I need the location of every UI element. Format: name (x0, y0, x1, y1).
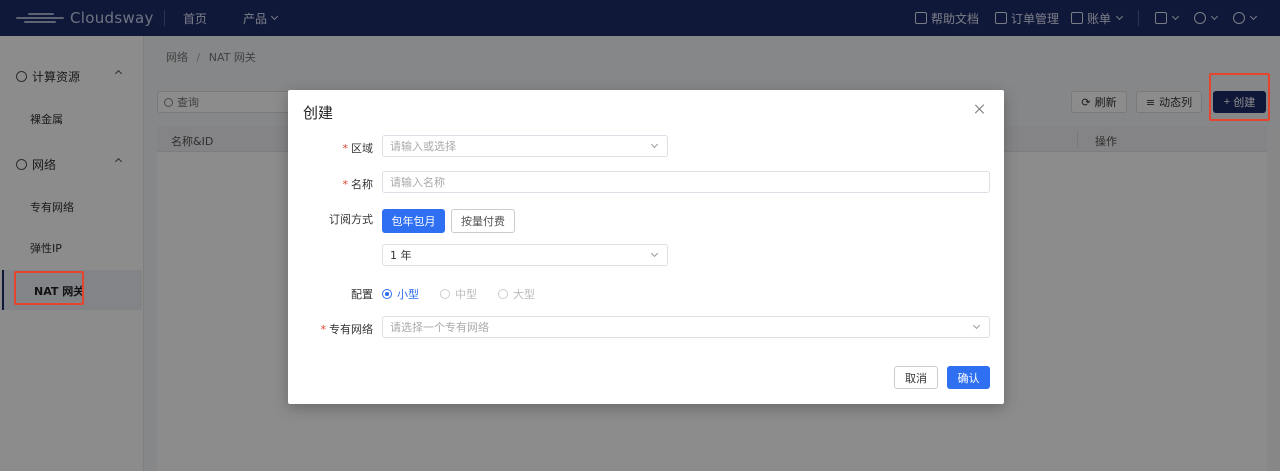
config-radio-small[interactable]: 小型 (382, 286, 419, 302)
radio-checked-icon (382, 289, 392, 299)
radio-unchecked-icon (498, 289, 508, 299)
period-value: 1 年 (390, 249, 412, 262)
highlight-create-button (1209, 73, 1270, 121)
required-mark: * (320, 323, 327, 336)
name-label: * 名称 (343, 176, 374, 192)
create-dialog: 创建 * 区域 请输入或选择 * 名称 请输入名称 订阅方式 包年包月 按量付费 1… (288, 90, 1004, 404)
cancel-button[interactable]: 取消 (894, 366, 938, 389)
period-select[interactable]: 1 年 (382, 244, 668, 266)
vpc-placeholder: 请选择一个专有网络 (390, 321, 489, 334)
dialog-title: 创建 (303, 104, 334, 122)
config-option-label: 小型 (397, 288, 419, 301)
region-select[interactable]: 请输入或选择 (382, 135, 668, 157)
region-placeholder: 请输入或选择 (390, 140, 456, 153)
chevron-down-icon (650, 249, 659, 258)
vpc-select[interactable]: 请选择一个专有网络 (382, 316, 990, 338)
region-label: * 区域 (343, 140, 374, 156)
region-label-text: 区域 (351, 142, 373, 155)
confirm-button[interactable]: 确认 (947, 366, 990, 389)
billing-option-pay-as-you-go[interactable]: 按量付费 (451, 209, 515, 233)
config-label: 配置 (351, 288, 373, 301)
required-mark: * (342, 142, 349, 155)
close-icon[interactable] (974, 103, 986, 115)
config-radio-large[interactable]: 大型 (498, 286, 535, 302)
name-placeholder: 请输入名称 (390, 176, 445, 189)
chevron-down-icon (650, 140, 659, 149)
config-option-label: 中型 (455, 288, 477, 301)
vpc-label: * 专有网络 (321, 321, 374, 337)
name-input[interactable]: 请输入名称 (382, 171, 990, 193)
chevron-down-icon (972, 321, 981, 330)
config-option-label: 大型 (513, 288, 535, 301)
highlight-nat-gateway (14, 271, 84, 305)
billing-option-monthly[interactable]: 包年包月 (382, 209, 445, 233)
radio-unchecked-icon (440, 289, 450, 299)
name-label-text: 名称 (351, 178, 373, 191)
config-radio-medium[interactable]: 中型 (440, 286, 477, 302)
vpc-label-text: 专有网络 (329, 323, 373, 336)
required-mark: * (342, 178, 349, 191)
billing-label: 订阅方式 (329, 213, 373, 226)
